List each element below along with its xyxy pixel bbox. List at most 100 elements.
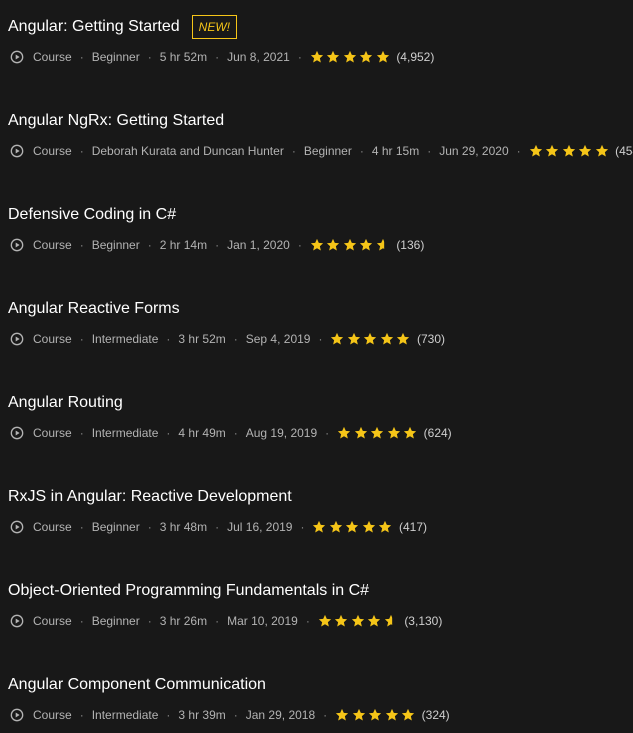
star-icon xyxy=(327,238,340,251)
rating-count: (624) xyxy=(423,426,452,440)
course-meta: Course · Intermediate · 4 hr 49m · Aug 19, 201… xyxy=(10,423,452,443)
star-icon xyxy=(379,520,392,533)
course-title-row: Angular Reactive Forms xyxy=(8,294,180,324)
separator-dot: · xyxy=(233,332,238,346)
star-icon xyxy=(529,144,542,157)
play-circle-icon xyxy=(10,520,24,534)
course-title-link[interactable]: Defensive Coding in C# xyxy=(8,206,176,224)
star-rating xyxy=(330,332,413,346)
course-title-link[interactable]: Angular: Getting Started xyxy=(8,18,180,36)
star-icon xyxy=(371,426,384,439)
course-item: RxJS in Angular: Reactive Development Cou… xyxy=(0,482,633,542)
course-title-link[interactable]: RxJS in Angular: Reactive Development xyxy=(8,488,292,506)
course-title-link[interactable]: Angular NgRx: Getting Started xyxy=(8,112,224,130)
star-half-icon xyxy=(376,238,384,251)
star-icon xyxy=(562,144,575,157)
course-type: Course xyxy=(33,238,72,252)
rating-count: (417) xyxy=(398,520,427,534)
star-icon xyxy=(387,426,400,439)
rating-count: (324) xyxy=(421,708,450,722)
separator-dot: · xyxy=(233,708,238,722)
star-icon xyxy=(351,614,364,627)
course-duration: 5 hr 52m xyxy=(159,50,208,64)
star-icon xyxy=(336,708,349,721)
separator-dot: · xyxy=(147,238,152,252)
separator-dot: · xyxy=(147,520,152,534)
separator-dot: · xyxy=(79,144,84,158)
course-duration: 3 hr 52m xyxy=(178,332,226,346)
star-icon xyxy=(318,614,331,627)
separator-dot: · xyxy=(147,50,152,64)
play-circle-icon xyxy=(10,332,24,346)
course-meta: Course · Deborah Kurata and Duncan Hunter ·… xyxy=(10,141,633,161)
star-icon xyxy=(338,426,351,439)
course-level: Beginner xyxy=(91,614,140,628)
separator-dot: · xyxy=(79,708,84,722)
course-title-row: Angular NgRx: Getting Started xyxy=(8,106,224,136)
course-meta: Course · Beginner · 3 hr 26m · Mar 10, 2019 · (3… xyxy=(10,611,442,631)
course-title-row: Object-Oriented Programming Fundamentals… xyxy=(8,576,369,606)
course-title-link[interactable]: Angular Component Communication xyxy=(8,676,266,694)
separator-dot: · xyxy=(79,426,84,440)
separator-dot: · xyxy=(297,238,302,252)
course-author: Deborah Kurata and Duncan Hunter xyxy=(91,144,284,158)
course-type: Course xyxy=(33,520,72,534)
course-title-link[interactable]: Object-Oriented Programming Fundamentals… xyxy=(8,582,369,600)
star-icon xyxy=(347,332,361,345)
course-date: Sep 4, 2019 xyxy=(245,332,311,346)
play-circle-icon xyxy=(10,144,24,158)
play-circle-icon xyxy=(10,238,24,252)
separator-dot: · xyxy=(427,144,432,158)
star-icon xyxy=(329,520,343,533)
course-item: Angular Routing Course · Intermediate · 4 hr … xyxy=(0,388,633,448)
course-title-row: Angular: Getting Started NEW! xyxy=(8,12,237,42)
star-icon xyxy=(369,708,382,721)
star-half-icon xyxy=(384,614,392,627)
course-date: Jan 29, 2018 xyxy=(245,708,316,722)
star-icon xyxy=(385,708,398,721)
separator-dot: · xyxy=(215,614,220,628)
star-rating xyxy=(310,50,393,64)
course-date: Mar 10, 2019 xyxy=(227,614,298,628)
separator-dot: · xyxy=(166,426,171,440)
course-type: Course xyxy=(33,426,72,440)
separator-dot: · xyxy=(516,144,521,158)
star-icon xyxy=(397,332,410,345)
separator-dot: · xyxy=(305,614,310,628)
separator-dot: · xyxy=(166,332,171,346)
rating-count: (3,130) xyxy=(404,614,443,628)
course-duration: 3 hr 39m xyxy=(178,708,226,722)
star-rating xyxy=(529,144,612,158)
separator-dot: · xyxy=(300,520,305,534)
star-icon xyxy=(364,332,377,345)
course-level: Beginner xyxy=(91,50,140,64)
star-icon xyxy=(368,614,381,627)
star-icon xyxy=(327,50,340,63)
course-duration: 3 hr 48m xyxy=(159,520,208,534)
course-item: Angular Component Communication Course · In… xyxy=(0,670,633,730)
course-type: Course xyxy=(33,332,72,346)
star-icon xyxy=(310,50,323,63)
star-icon xyxy=(579,144,592,157)
course-title-link[interactable]: Angular Reactive Forms xyxy=(8,300,180,318)
course-item: Angular: Getting Started NEW! Course · Begin… xyxy=(0,12,633,72)
star-icon xyxy=(313,520,326,533)
star-icon xyxy=(346,520,359,533)
course-level: Beginner xyxy=(303,144,352,158)
course-level: Beginner xyxy=(91,520,140,534)
star-icon xyxy=(402,708,415,721)
play-circle-icon xyxy=(10,614,24,628)
separator-dot: · xyxy=(325,426,330,440)
course-meta: Course · Intermediate · 3 hr 52m · Sep 4, 2019… xyxy=(10,329,445,349)
course-title-link[interactable]: Angular Routing xyxy=(8,394,123,412)
star-icon xyxy=(352,708,365,721)
course-meta: Course · Beginner · 3 hr 48m · Jul 16, 2019 · (4… xyxy=(10,517,427,537)
course-level: Intermediate xyxy=(91,708,159,722)
star-icon xyxy=(360,238,373,251)
course-duration: 4 hr 49m xyxy=(178,426,226,440)
course-type: Course xyxy=(33,50,72,64)
play-circle-icon xyxy=(10,426,24,440)
separator-dot: · xyxy=(297,50,302,64)
star-icon xyxy=(404,426,417,439)
separator-dot: · xyxy=(323,708,328,722)
